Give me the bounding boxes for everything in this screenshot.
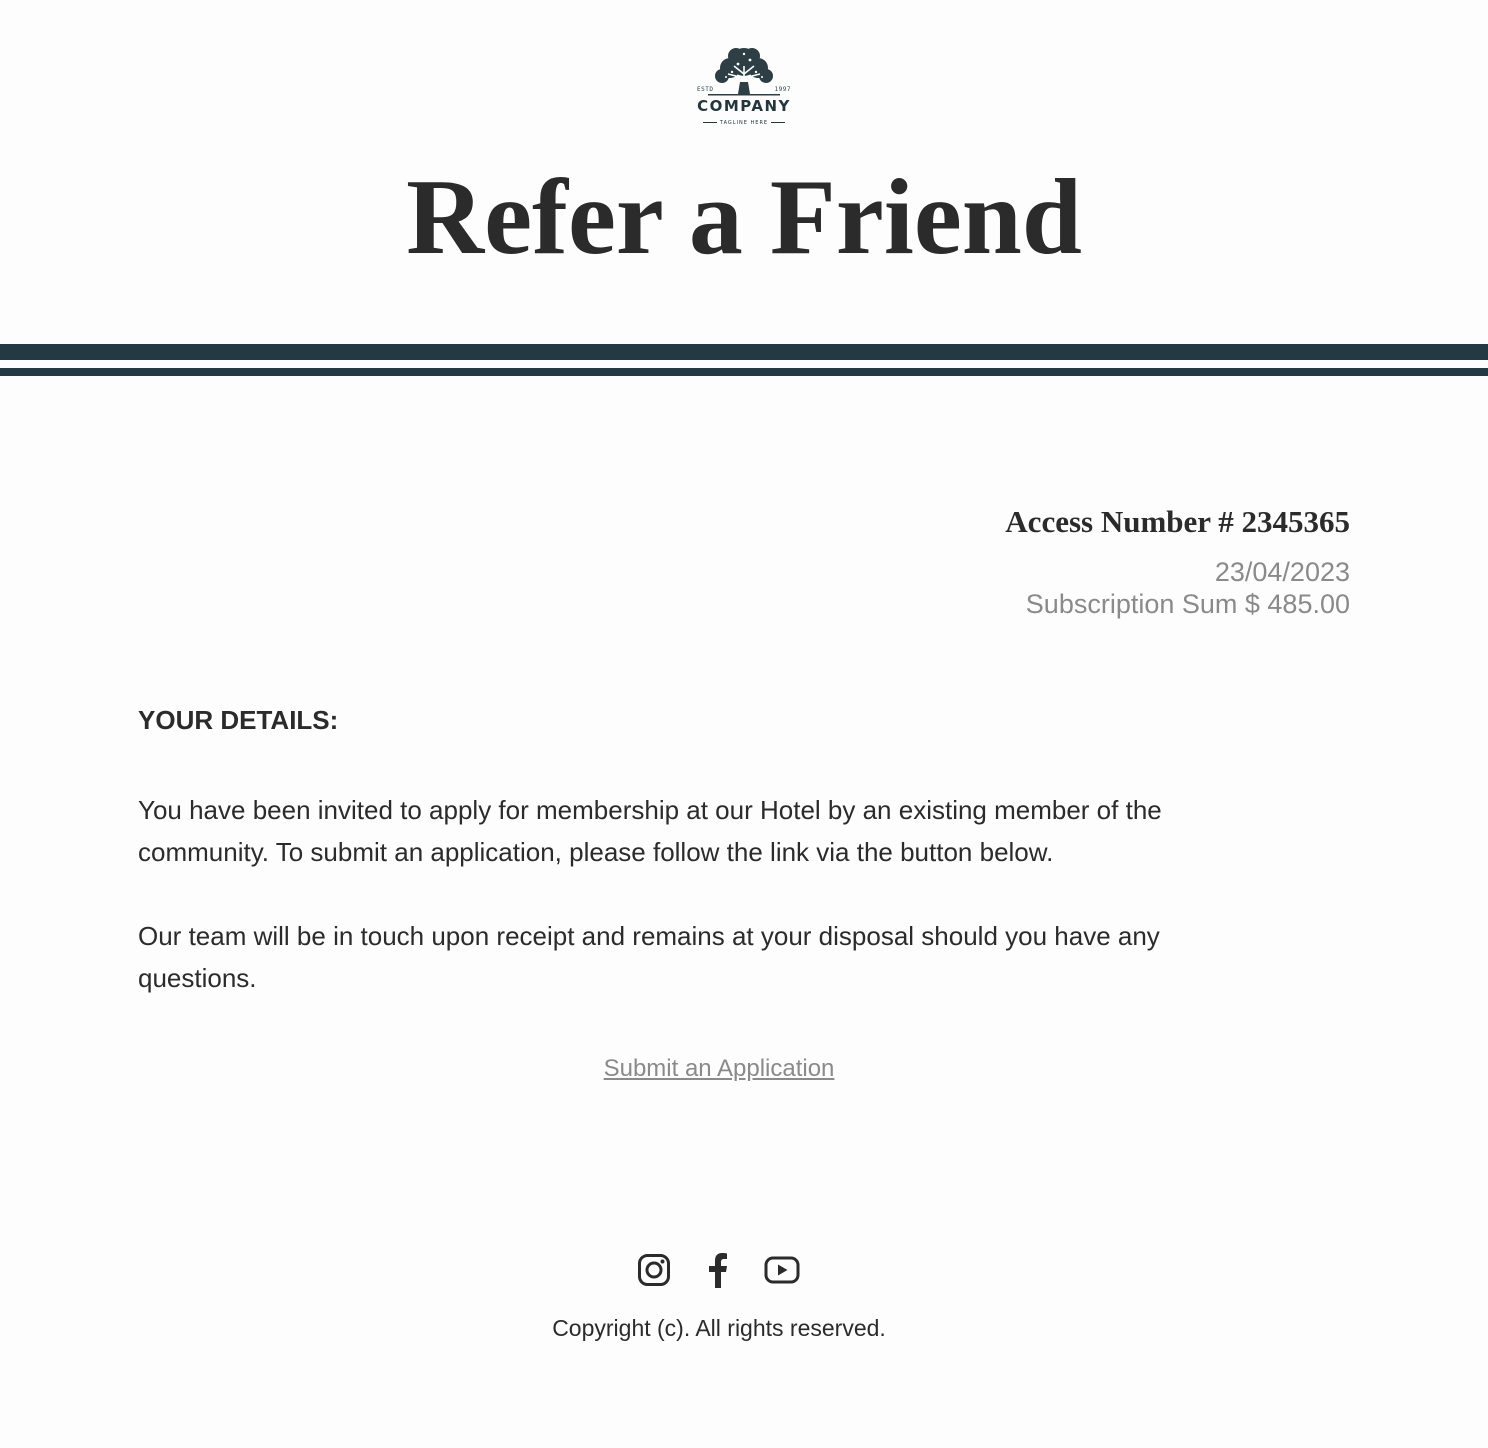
summary-block: Access Number # 2345365 23/04/2023 Subsc… [1005, 502, 1350, 620]
facebook-link[interactable] [700, 1250, 736, 1290]
summary-date: 23/04/2023 [1214, 557, 1350, 587]
logo-company-name: COMPANY [697, 97, 791, 115]
logo-tagline: TAGLINE HERE [694, 119, 794, 127]
instagram-link[interactable] [636, 1250, 672, 1290]
company-logo: ESTD 1997 COMPANY TAGLINE HERE [694, 44, 794, 132]
header-divider-thick [0, 344, 1488, 360]
cta-container: Submit an Application [0, 1052, 1438, 1086]
youtube-link[interactable] [764, 1250, 800, 1290]
logo-tagline-text: TAGLINE HERE [719, 120, 769, 126]
invitation-paragraph: You have been invited to apply for membe… [138, 795, 1162, 867]
instagram-icon [638, 1254, 670, 1286]
submit-application-link[interactable]: Submit an Application [604, 1055, 835, 1082]
access-number: Access Number # 2345365 [1005, 504, 1350, 539]
header-divider-thin [0, 368, 1488, 376]
subscription-sum: Subscription Sum $ 485.00 [1025, 589, 1350, 619]
social-links [636, 1250, 800, 1290]
logo-year-text: 1997 [774, 86, 791, 93]
page-title: Refer a Friend [406, 158, 1082, 277]
logo-estd-text: ESTD [697, 86, 714, 93]
copyright-text: Copyright (c). All rights reserved. [552, 1315, 886, 1341]
email-page: ESTD 1997 COMPANY TAGLINE HERE Refer a F… [0, 0, 1488, 1448]
details-heading: YOUR DETAILS: [138, 705, 339, 735]
facebook-icon [709, 1253, 727, 1288]
contact-paragraph: Our team will be in touch upon receipt a… [138, 921, 1160, 993]
youtube-icon [764, 1256, 800, 1284]
